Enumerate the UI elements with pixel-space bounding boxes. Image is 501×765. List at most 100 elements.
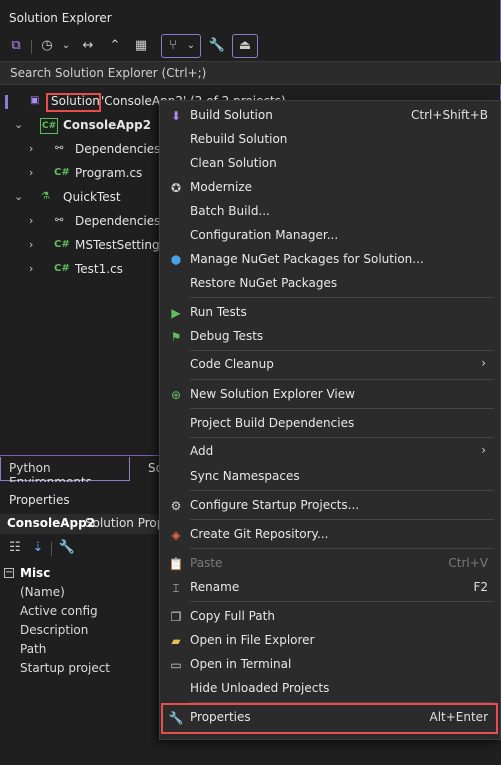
gear-icon: ⚙ (170, 499, 182, 513)
menu-item-rename[interactable]: ⌶ Rename F2 (160, 576, 500, 600)
chevron-down-icon[interactable]: ⌄ (14, 190, 26, 203)
menu-item-hide-unloaded-projects[interactable]: Hide Unloaded Projects (160, 677, 500, 701)
show-all-files-icon[interactable]: ▦ (132, 37, 150, 55)
csharp-file-icon: C# (54, 263, 70, 274)
menu-item-configure-startup-projects[interactable]: ⚙ Configure Startup Projects... (160, 494, 500, 518)
tree-item-label: Dependencies (75, 214, 161, 228)
menu-item-modernize[interactable]: ✪ Modernize (160, 176, 500, 200)
menu-separator (190, 379, 494, 380)
properties-toolbar: ☷ ⇣ 🔧 (0, 536, 160, 560)
chevron-right-icon[interactable]: › (29, 238, 41, 251)
menu-separator (190, 408, 494, 409)
history-icon[interactable]: ◷ (38, 37, 56, 55)
toolbar-divider (51, 542, 52, 556)
menu-item-add[interactable]: Add › (160, 440, 500, 464)
menu-item-open-in-terminal[interactable]: ▭ Open in Terminal (160, 653, 500, 677)
menu-separator (190, 548, 494, 549)
menu-separator (190, 437, 494, 438)
collapse-toggle-icon[interactable]: − (4, 568, 14, 578)
properties-highlight-box (161, 703, 498, 734)
csharp-project-icon: C# (40, 118, 59, 134)
sync-icon[interactable]: ↔ (79, 37, 97, 55)
debug-tests-icon: ⚑ (170, 330, 182, 344)
terminal-icon: ▭ (170, 658, 182, 672)
panel-title: Solution Explorer (9, 11, 112, 25)
wrench-icon[interactable]: 🔧 (208, 37, 226, 55)
copy-icon: ❐ (170, 610, 182, 624)
switch-views-icon[interactable]: ⧉ (7, 37, 25, 55)
preview-icon: ⏏ (238, 38, 252, 53)
property-name: (Name) (20, 585, 65, 599)
tree-item-label: Dependencies (75, 142, 161, 156)
menu-item-clean-solution[interactable]: Clean Solution (160, 152, 500, 176)
panel-title: Properties (9, 493, 70, 507)
tab-python-environments[interactable]: Python Environments (0, 457, 130, 489)
property-name: Description (20, 623, 89, 637)
menu-item-rebuild-solution[interactable]: Rebuild Solution (160, 128, 500, 152)
menu-separator (190, 519, 494, 520)
category-label: Misc (20, 566, 51, 580)
chevron-right-icon[interactable]: › (29, 142, 41, 155)
build-icon: ⬇ (170, 109, 182, 123)
menu-item-debug-tests[interactable]: ⚑ Debug Tests (160, 325, 500, 349)
menu-separator (190, 490, 494, 491)
solution-explorer-toolbar: ⧉ ◷ ⌄ ↔ ⌃ ▦ ⑂ ⌄ 🔧 ⏏ (0, 32, 501, 60)
menu-separator (190, 297, 494, 298)
menu-item-configuration-manager[interactable]: Configuration Manager... (160, 224, 500, 248)
run-tests-icon: ▶ (171, 306, 181, 320)
filter-dropdown[interactable]: ⑂ ⌄ (161, 34, 201, 58)
tree-item-label: ConsoleApp2 (63, 118, 152, 132)
menu-item-open-in-file-explorer[interactable]: ▰ Open in File Explorer (160, 629, 500, 653)
menu-item-code-cleanup[interactable]: Code Cleanup › (160, 353, 500, 377)
nuget-icon: ⬢ (170, 253, 182, 267)
menu-item-manage-nuget[interactable]: ⬢ Manage NuGet Packages for Solution... (160, 248, 500, 272)
tree-item-label: Test1.cs (75, 262, 123, 276)
property-name: Startup project (20, 661, 110, 675)
dependencies-icon: ⚯ (55, 143, 64, 154)
chevron-right-icon[interactable]: › (29, 166, 41, 179)
git-add-icon: ◈ (171, 528, 181, 542)
menu-item-new-solution-explorer-view[interactable]: ⊕ New Solution Explorer View (160, 383, 500, 407)
test-project-icon: ⚗ (41, 191, 50, 202)
csharp-file-icon: C# (54, 239, 70, 250)
property-name: Path (20, 642, 47, 656)
menu-item-copy-full-path[interactable]: ❐ Copy Full Path (160, 605, 500, 629)
toolbar-divider (31, 40, 32, 54)
search-input[interactable]: Search Solution Explorer (Ctrl+;) (10, 66, 206, 80)
chevron-right-icon: › (481, 443, 486, 457)
menu-item-create-git-repository[interactable]: ◈ Create Git Repository... (160, 523, 500, 547)
categorized-icon[interactable]: ☷ (6, 539, 24, 557)
menu-item-sync-namespaces[interactable]: Sync Namespaces (160, 465, 500, 489)
solution-highlight-box (46, 93, 101, 112)
menu-item-restore-nuget[interactable]: Restore NuGet Packages (160, 272, 500, 296)
new-view-icon: ⊕ (170, 388, 182, 402)
collapse-all-icon[interactable]: ⌃ (106, 37, 124, 55)
menu-item-batch-build[interactable]: Batch Build... (160, 200, 500, 224)
property-name: Active config (20, 604, 98, 618)
chevron-down-icon: ⌄ (186, 40, 196, 51)
alphabetical-icon[interactable]: ⇣ (29, 539, 47, 557)
preview-toggle[interactable]: ⏏ (232, 34, 258, 58)
menu-item-paste[interactable]: 📋 Paste Ctrl+V (160, 552, 500, 576)
chevron-right-icon[interactable]: › (29, 262, 41, 275)
menu-separator (190, 350, 494, 351)
dependencies-icon: ⚯ (55, 215, 64, 226)
menu-item-build-solution[interactable]: ⬇ Build Solution Ctrl+Shift+B (160, 104, 500, 128)
menu-item-project-build-dependencies[interactable]: Project Build Dependencies (160, 412, 500, 436)
folder-open-icon: ▰ (171, 634, 181, 648)
search-box[interactable]: Search Solution Explorer (Ctrl+;) (0, 61, 501, 85)
chevron-right-icon: › (481, 356, 486, 370)
paste-icon: 📋 (168, 557, 184, 571)
tree-item-label: Program.cs (75, 166, 143, 180)
chevron-down-icon[interactable]: ⌄ (14, 118, 26, 131)
chevron-down-icon[interactable]: ⌄ (57, 37, 75, 55)
wrench-icon[interactable]: 🔧 (58, 539, 76, 557)
menu-item-run-tests[interactable]: ▶ Run Tests (160, 301, 500, 325)
rename-icon: ⌶ (172, 581, 180, 595)
object-name: ConsoleApp2 (7, 516, 96, 530)
copilot-icon: ✪ (170, 181, 182, 195)
menu-separator (190, 601, 494, 602)
tree-item-label: QuickTest (63, 190, 121, 204)
csharp-file-icon: C# (54, 167, 70, 178)
chevron-right-icon[interactable]: › (29, 214, 41, 227)
